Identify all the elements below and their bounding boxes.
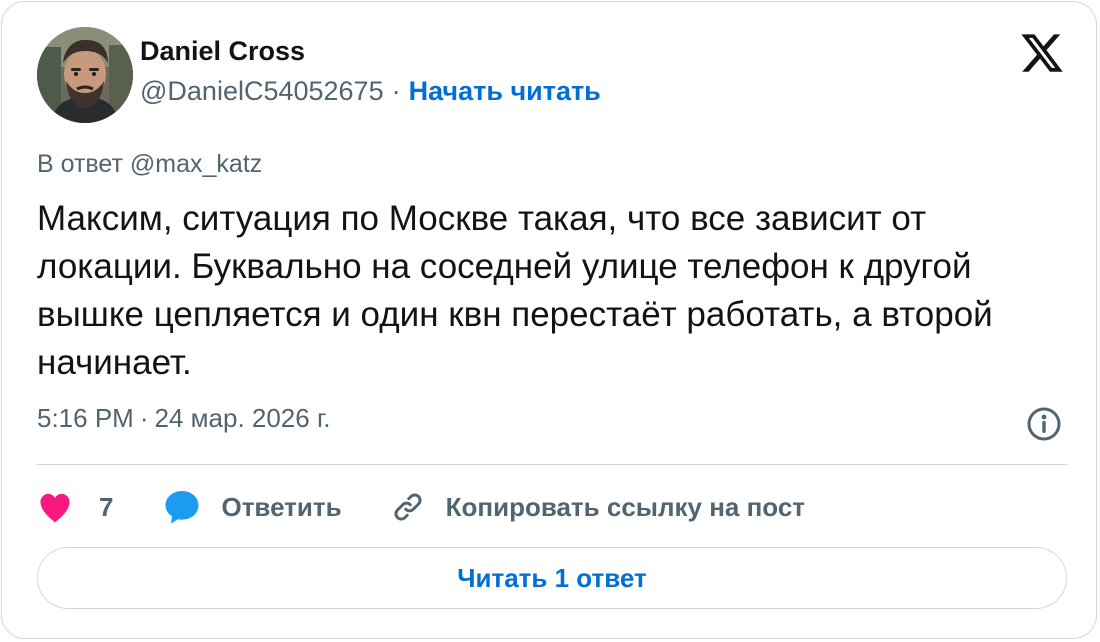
reply-prefix: В ответ <box>37 150 123 178</box>
read-replies-button[interactable]: Читать 1 ответ <box>37 547 1067 609</box>
author-avatar[interactable] <box>37 27 133 123</box>
read-replies-label: Читать 1 ответ <box>457 562 647 593</box>
action-bar: 7 Ответить Копировать ссылку на пост <box>37 484 805 530</box>
tweet-text: Максим, ситуация по Москве такая, что вс… <box>37 199 993 382</box>
copy-link-button[interactable]: Копировать ссылку на пост <box>390 489 805 525</box>
info-icon[interactable] <box>1026 406 1062 442</box>
author-handle-row: @DanielC54052675 · Начать читать <box>140 76 601 107</box>
speech-bubble-icon <box>163 489 201 525</box>
handle-separator: · <box>391 76 401 106</box>
reply-label: Ответить <box>221 491 342 522</box>
like-button[interactable]: 7 <box>37 491 113 523</box>
avatar-image <box>37 27 133 123</box>
reply-to-handle[interactable]: @max_katz <box>130 150 262 178</box>
divider <box>37 464 1067 465</box>
like-count: 7 <box>99 491 114 522</box>
link-icon <box>390 489 426 525</box>
tweet-date: 24 мар. 2026 г. <box>154 403 331 433</box>
author-name[interactable]: Daniel Cross <box>140 36 305 67</box>
copy-link-label: Копировать ссылку на пост <box>445 491 806 522</box>
heart-icon <box>37 491 73 523</box>
reply-button[interactable]: Ответить <box>163 489 342 525</box>
tweet-timestamp[interactable]: 5:16 PM · 24 мар. 2026 г. <box>37 403 330 434</box>
follow-link[interactable]: Начать читать <box>409 76 601 106</box>
date-separator: · <box>139 403 149 433</box>
x-logo-icon[interactable] <box>1018 30 1066 76</box>
reply-context: В ответ @max_katz <box>37 150 262 179</box>
tweet-card: Daniel Cross @DanielC54052675 · Начать чит… <box>1 1 1097 639</box>
tweet-time: 5:16 PM <box>37 403 134 433</box>
author-handle[interactable]: @DanielC54052675 <box>140 76 384 106</box>
